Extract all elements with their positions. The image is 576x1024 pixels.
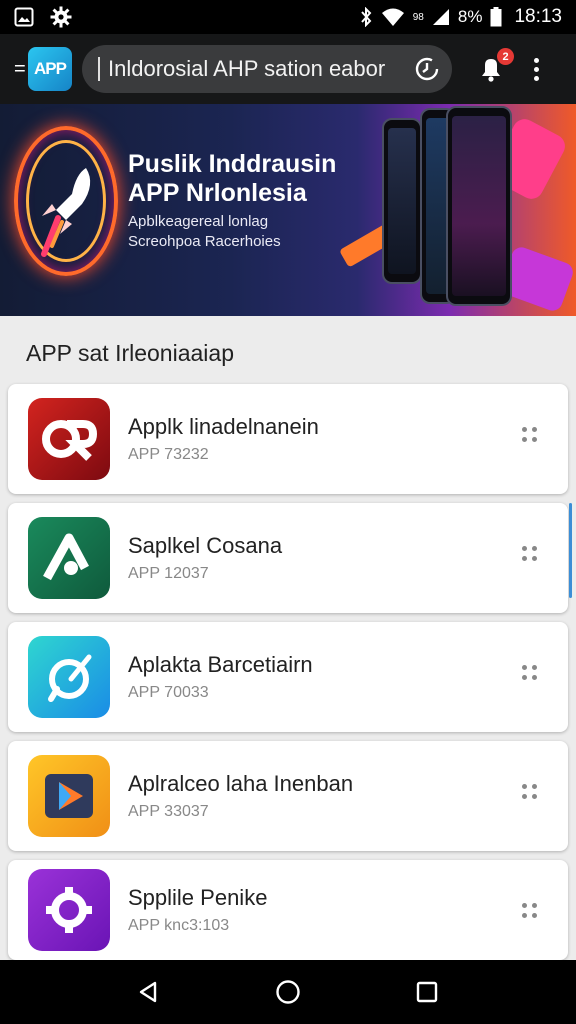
app-icon <box>28 517 110 599</box>
more-options-icon[interactable] <box>522 665 540 681</box>
recents-icon[interactable] <box>407 972 447 1012</box>
menu-icon[interactable]: = <box>14 58 28 81</box>
wifi-icon <box>381 7 405 27</box>
network-label: 98 <box>412 11 424 23</box>
app-subtitle: APP 12037 <box>128 565 209 582</box>
gallery-icon <box>14 7 34 27</box>
phone-mockup <box>446 106 512 306</box>
list-item[interactable]: Spplile Penike APP knc3:103 <box>8 860 568 960</box>
banner-headline-line1: Puslik Inddrausin <box>128 150 337 178</box>
notification-badge: 2 <box>497 48 514 65</box>
more-options-icon[interactable] <box>522 903 540 919</box>
status-bar: 98 8% 18:13 <box>0 0 576 34</box>
app-icon <box>28 398 110 480</box>
app-icon <box>28 636 110 718</box>
navigation-bar <box>0 960 576 1024</box>
refresh-icon[interactable] <box>414 56 440 82</box>
app-subtitle: APP 33037 <box>128 803 209 820</box>
list-item[interactable]: Applk linadelnanein APP 73232 <box>8 384 568 494</box>
more-options-icon[interactable] <box>522 784 540 800</box>
bluetooth-icon <box>359 7 373 27</box>
more-options-icon[interactable] <box>522 546 540 562</box>
more-options-icon[interactable] <box>522 427 540 443</box>
home-icon[interactable] <box>268 972 308 1012</box>
list-item[interactable]: Saplkel Cosana APP 12037 <box>8 503 568 613</box>
rocket-icon <box>41 168 91 257</box>
banner-subtitle-line1: Apblkeagereal lonlag <box>128 213 269 230</box>
app-logo[interactable]: APP <box>28 47 72 91</box>
section-title: APP sat Irleoniaaiap <box>26 340 234 366</box>
app-icon <box>28 869 110 951</box>
scrollbar[interactable] <box>569 503 572 598</box>
banner-subtitle-line2: Screohpoa Racerhoies <box>128 233 281 250</box>
banner-headline-line2: APP Nrlonlesia <box>128 179 307 207</box>
text-cursor <box>98 57 100 81</box>
overflow-menu-icon[interactable] <box>534 57 539 81</box>
banner-headline: Puslik Inddrausin APP Nrlonlesia <box>128 150 336 208</box>
app-subtitle: APP 70033 <box>128 684 209 701</box>
banner-subtitle: Apblkeagereal lonlag Screohpoa Racerhoie… <box>128 212 281 252</box>
app-name: Applk linadelnanein <box>128 414 319 439</box>
list-item[interactable]: Aplakta Barcetiairn APP 70033 <box>8 622 568 732</box>
battery-icon <box>490 7 502 27</box>
clock: 18:13 <box>514 6 562 27</box>
signal-icon <box>432 8 450 26</box>
list-item[interactable]: Aplralceo laha Inenban APP 33037 <box>8 741 568 851</box>
notification-button[interactable]: 2 <box>474 48 514 86</box>
app-name: Spplile Penike <box>128 885 268 910</box>
promo-banner[interactable]: Puslik Inddrausin APP Nrlonlesia Apblkea… <box>0 104 576 316</box>
app-bar: = APP Inldorosial AHP sation eabor 2 <box>0 34 576 104</box>
search-bar[interactable]: Inldorosial AHP sation eabor <box>82 45 452 93</box>
app-icon <box>28 755 110 837</box>
app-subtitle: APP knc3:103 <box>128 917 230 934</box>
phone-mockup <box>382 118 422 284</box>
app-name: Aplralceo laha Inenban <box>128 771 354 796</box>
back-icon[interactable] <box>129 972 169 1012</box>
settings-icon <box>50 6 72 28</box>
app-name: Saplkel Cosana <box>128 533 283 558</box>
app-name: Aplakta Barcetiairn <box>128 652 313 677</box>
search-input[interactable]: Inldorosial AHP sation eabor <box>108 56 414 82</box>
battery-percent: 8% <box>457 7 483 26</box>
app-subtitle: APP 73232 <box>128 446 209 463</box>
